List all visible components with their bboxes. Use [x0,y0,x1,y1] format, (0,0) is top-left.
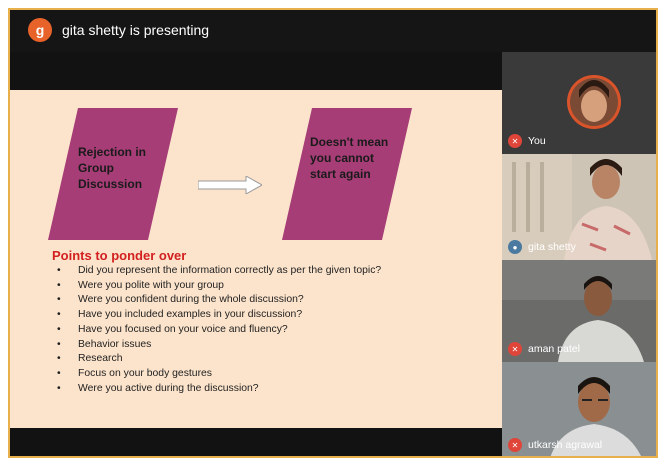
participant-label: ● gita shetty [508,240,576,254]
participant-label: ✕ aman patel [508,342,580,356]
list-item: Have you included examples in your discu… [52,308,381,323]
meeting-window: g gita shetty is presenting Rejection in… [8,8,658,458]
list-item: Did you represent the information correc… [52,264,381,279]
participant-tile-aman[interactable]: ✕ aman patel [502,260,656,362]
participant-name: utkarsh agrawal [528,439,603,451]
list-item: Research [52,352,381,367]
mic-off-icon: ✕ [508,134,522,148]
list-item: Were you confident during the whole disc… [52,293,381,308]
mic-off-icon: ✕ [508,438,522,452]
shared-screen[interactable]: Rejection in Group Discussion Doesn't me… [10,52,502,456]
presenter-bar: g gita shetty is presenting [10,10,656,52]
participant-label: ✕ You [508,134,546,148]
presenter-avatar: g [28,18,52,42]
participant-name: gita shetty [528,241,576,253]
participant-tile-utkarsh[interactable]: ✕ utkarsh agrawal [502,362,656,456]
slide: Rejection in Group Discussion Doesn't me… [10,90,502,428]
right-arrow-icon [198,176,262,194]
participant-name: aman patel [528,343,580,355]
list-item: Have you focused on your voice and fluen… [52,323,381,338]
start-again-parallelogram: Doesn't mean you cannot start again [282,108,412,240]
list-item: Were you polite with your group [52,279,381,294]
participant-tile-you[interactable]: ✕ You [502,52,656,154]
participant-label: ✕ utkarsh agrawal [508,438,602,452]
points-list: Did you represent the information correc… [52,264,381,396]
rejection-parallelogram: Rejection in Group Discussion [48,108,178,240]
mic-icon: ● [508,240,522,254]
list-item: Behavior issues [52,338,381,353]
participant-tile-gita[interactable]: ● gita shetty [502,154,656,260]
list-item: Were you active during the discussion? [52,382,381,397]
start-again-text: Doesn't mean you cannot start again [310,135,389,181]
participant-name: You [528,135,546,147]
list-item: Focus on your body gestures [52,367,381,382]
mic-off-icon: ✕ [508,342,522,356]
presenter-status: gita shetty is presenting [62,22,210,38]
rejection-text: Rejection in Group Discussion [78,145,147,191]
points-title: Points to ponder over [52,248,187,263]
